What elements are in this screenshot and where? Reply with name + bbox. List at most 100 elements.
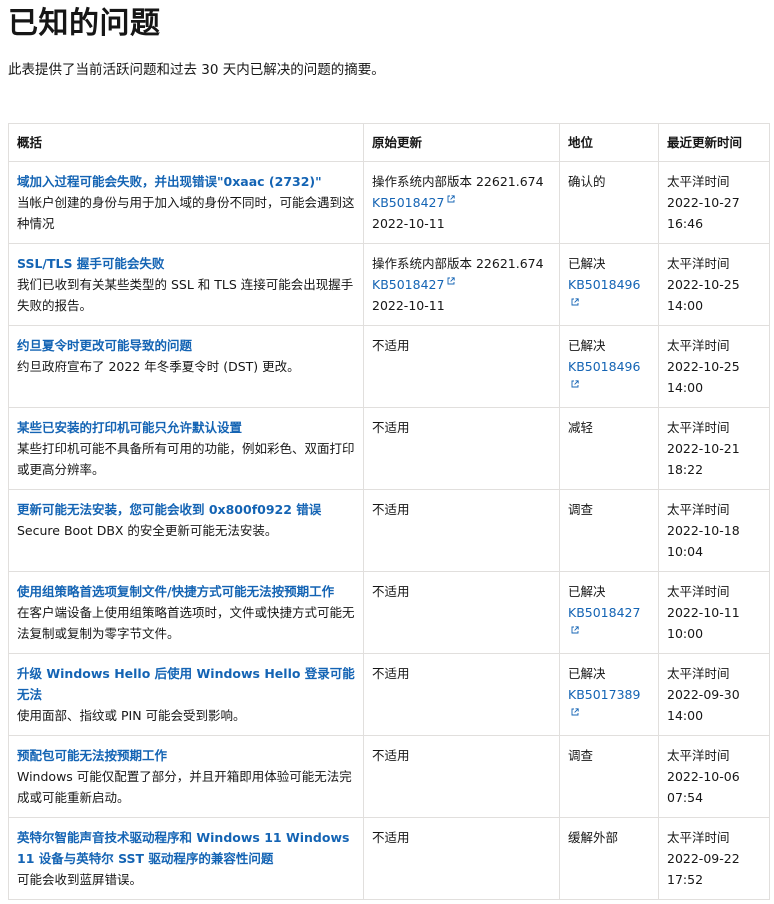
last-updated-cell: 太平洋时间 2022-10-06 07:54 xyxy=(658,735,770,818)
status-cell: 已解决 KB5017389 xyxy=(559,653,659,736)
issue-summary: 使用面部、指纹或 PIN 可能会受到影响。 xyxy=(17,708,246,723)
originating-update-text: 不适用 xyxy=(372,420,410,435)
external-link-icon xyxy=(571,626,579,634)
last-updated-date: 2022-09-30 xyxy=(667,687,740,702)
status-text: 调查 xyxy=(568,502,594,517)
status-kb-link[interactable]: KB5018496 xyxy=(568,359,640,374)
issue-title-link[interactable]: 英特尔智能声音技术驱动程序和 Windows 11 Windows 11 设备与… xyxy=(17,827,355,869)
last-updated-time: 14:00 xyxy=(667,380,704,395)
last-updated-date: 2022-10-21 xyxy=(667,441,740,456)
issue-title-link[interactable]: 升级 Windows Hello 后使用 Windows Hello 登录可能无… xyxy=(17,663,355,705)
last-updated-time: 14:00 xyxy=(667,298,704,313)
last-updated-cell: 太平洋时间 2022-10-25 14:00 xyxy=(658,325,770,408)
last-updated-date: 2022-09-22 xyxy=(667,851,740,866)
known-issues-page: 已知的问题 此表提供了当前活跃问题和过去 30 天内已解决的问题的摘要。 概括 … xyxy=(0,0,774,904)
status-cell: 缓解外部 xyxy=(559,817,659,900)
originating-update-cell: 不适用 xyxy=(363,817,560,900)
status-cell: 已解决 KB5018427 xyxy=(559,571,659,654)
last-updated-cell: 太平洋时间 2022-10-27 16:46 xyxy=(658,161,770,244)
status-text: 已解决 xyxy=(568,338,606,353)
last-updated-time: 16:46 xyxy=(667,216,704,231)
summary-cell: 约旦夏令时更改可能导致的问题 约旦政府宣布了 2022 年冬季夏令时 (DST)… xyxy=(8,325,364,408)
summary-cell: 域加入过程可能会失败，并出现错误"0xaac (2732)" 当帐户创建的身份与… xyxy=(8,161,364,244)
summary-cell: 英特尔智能声音技术驱动程序和 Windows 11 Windows 11 设备与… xyxy=(8,817,364,900)
last-updated-date: 2022-10-25 xyxy=(667,277,740,292)
status-text: 减轻 xyxy=(568,420,594,435)
table-row: SSL/TLS 握手可能会失败 我们已收到有关某些类型的 SSL 和 TLS 连… xyxy=(8,243,770,326)
originating-kb-line: KB5018427 xyxy=(372,274,551,295)
summary-cell: 更新可能无法安装，您可能会收到 0x800f0922 错误 Secure Boo… xyxy=(8,489,364,572)
external-link-icon xyxy=(571,708,579,716)
table-header-row: 概括 原始更新 地位 最近更新时间 xyxy=(8,123,770,162)
originating-update-cell: 不适用 xyxy=(363,653,560,736)
summary-cell: SSL/TLS 握手可能会失败 我们已收到有关某些类型的 SSL 和 TLS 连… xyxy=(8,243,364,326)
last-updated-time: 10:04 xyxy=(667,544,704,559)
status-text: 确认的 xyxy=(568,174,606,189)
originating-kb-link[interactable]: KB5018427 xyxy=(372,277,444,292)
table-row: 某些已安装的打印机可能只允许默认设置 某些打印机可能不具备所有可用的功能，例如彩… xyxy=(8,407,770,490)
issue-title-link[interactable]: 预配包可能无法按预期工作 xyxy=(17,745,355,766)
originating-update-date: 2022-10-11 xyxy=(372,298,445,313)
originating-update-cell: 操作系统内部版本 22621.674 KB5018427 2022-10-11 xyxy=(363,161,560,244)
issue-title-link[interactable]: 域加入过程可能会失败，并出现错误"0xaac (2732)" xyxy=(17,171,355,192)
status-kb-link[interactable]: KB5018427 xyxy=(568,605,640,620)
originating-update-text: 不适用 xyxy=(372,338,410,353)
originating-update-cell: 不适用 xyxy=(363,489,560,572)
issue-title-link[interactable]: 约旦夏令时更改可能导致的问题 xyxy=(17,335,355,356)
column-header-status: 地位 xyxy=(559,123,659,162)
last-updated-timezone: 太平洋时间 xyxy=(667,338,730,353)
last-updated-date: 2022-10-18 xyxy=(667,523,740,538)
table-row: 升级 Windows Hello 后使用 Windows Hello 登录可能无… xyxy=(8,653,770,736)
last-updated-cell: 太平洋时间 2022-10-11 10:00 xyxy=(658,571,770,654)
last-updated-timezone: 太平洋时间 xyxy=(667,502,730,517)
originating-kb-link[interactable]: KB5018427 xyxy=(372,195,444,210)
originating-update-text: 不适用 xyxy=(372,502,410,517)
issue-title-link[interactable]: 使用组策略首选项复制文件/快捷方式可能无法按预期工作 xyxy=(17,581,355,602)
last-updated-timezone: 太平洋时间 xyxy=(667,748,730,763)
issue-summary: 约旦政府宣布了 2022 年冬季夏令时 (DST) 更改。 xyxy=(17,359,300,374)
status-kb-link[interactable]: KB5017389 xyxy=(568,687,640,702)
last-updated-timezone: 太平洋时间 xyxy=(667,584,730,599)
status-cell: 调查 xyxy=(559,489,659,572)
status-cell: 已解决 KB5018496 xyxy=(559,325,659,408)
last-updated-timezone: 太平洋时间 xyxy=(667,420,730,435)
last-updated-cell: 太平洋时间 2022-09-30 14:00 xyxy=(658,653,770,736)
known-issues-table: 概括 原始更新 地位 最近更新时间 域加入过程可能会失败，并出现错误"0xaac… xyxy=(8,123,770,900)
status-kb-link[interactable]: KB5018496 xyxy=(568,277,640,292)
issue-title-link[interactable]: SSL/TLS 握手可能会失败 xyxy=(17,253,355,274)
column-header-originating-update: 原始更新 xyxy=(363,123,560,162)
external-link-icon xyxy=(447,195,456,203)
status-cell: 减轻 xyxy=(559,407,659,490)
table-row: 英特尔智能声音技术驱动程序和 Windows 11 Windows 11 设备与… xyxy=(8,817,770,900)
last-updated-time: 18:22 xyxy=(667,462,704,477)
last-updated-date: 2022-10-11 xyxy=(667,605,740,620)
status-text: 已解决 xyxy=(568,256,606,271)
table-row: 使用组策略首选项复制文件/快捷方式可能无法按预期工作 在客户端设备上使用组策略首… xyxy=(8,571,770,654)
issue-title-link[interactable]: 某些已安装的打印机可能只允许默认设置 xyxy=(17,417,355,438)
external-link-icon xyxy=(571,298,579,306)
issue-title-link[interactable]: 更新可能无法安装，您可能会收到 0x800f0922 错误 xyxy=(17,499,355,520)
external-link-icon xyxy=(447,277,456,285)
page-title: 已知的问题 xyxy=(8,6,161,41)
column-header-summary: 概括 xyxy=(8,123,364,162)
issue-summary: Secure Boot DBX 的安全更新可能无法安装。 xyxy=(17,523,278,538)
status-cell: 已解决 KB5018496 xyxy=(559,243,659,326)
status-kb-line: KB5017389 xyxy=(568,684,650,726)
originating-update-text: 不适用 xyxy=(372,666,410,681)
table-row: 预配包可能无法按预期工作 Windows 可能仅配置了部分，并且开箱即用体验可能… xyxy=(8,735,770,818)
table-row: 更新可能无法安装，您可能会收到 0x800f0922 错误 Secure Boo… xyxy=(8,489,770,572)
last-updated-date: 2022-10-06 xyxy=(667,769,740,784)
originating-update-cell: 不适用 xyxy=(363,735,560,818)
external-link-icon xyxy=(571,380,579,388)
issue-summary: 在客户端设备上使用组策略首选项时，文件或快捷方式可能无法复制或复制为零字节文件。 xyxy=(17,605,355,641)
column-header-last-updated: 最近更新时间 xyxy=(658,123,770,162)
last-updated-timezone: 太平洋时间 xyxy=(667,174,730,189)
last-updated-time: 10:00 xyxy=(667,626,704,641)
status-cell: 确认的 xyxy=(559,161,659,244)
originating-update-text: 不适用 xyxy=(372,748,410,763)
status-kb-line: KB5018496 xyxy=(568,274,650,316)
originating-kb-line: KB5018427 xyxy=(372,192,551,213)
originating-update-text: 不适用 xyxy=(372,830,410,845)
summary-cell: 预配包可能无法按预期工作 Windows 可能仅配置了部分，并且开箱即用体验可能… xyxy=(8,735,364,818)
originating-update-cell: 不适用 xyxy=(363,407,560,490)
